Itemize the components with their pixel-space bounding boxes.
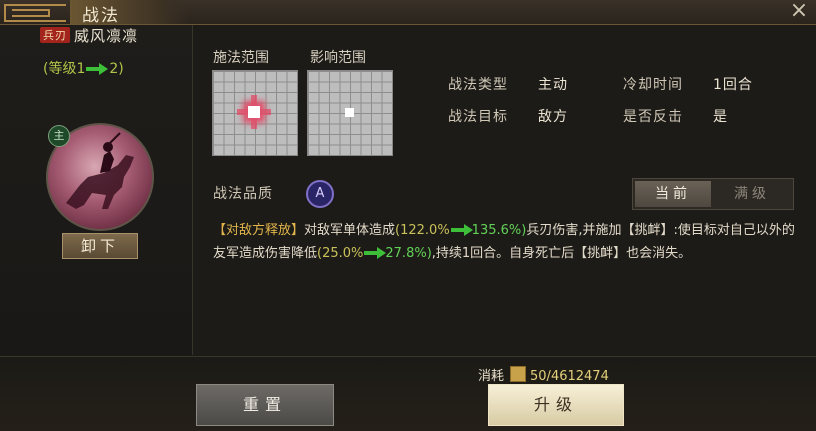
description-text: ,持续1回合。自身死亡后【挑衅】也会消失。: [431, 246, 692, 261]
cast-range-grid: [212, 70, 298, 156]
reduction-rate-current: (25.0%: [317, 246, 364, 261]
arrow-right-icon: [86, 63, 109, 75]
reduction-rate-next: 27.8%): [385, 246, 432, 261]
skill-type-badge: 兵刃: [40, 27, 70, 43]
master-badge: 主: [48, 125, 70, 147]
effect-center-cell: [345, 108, 354, 117]
upgrade-button[interactable]: 升级: [488, 384, 624, 426]
cooldown-value: 1回合: [713, 77, 753, 93]
arrow-right-icon: [364, 247, 387, 259]
skill-level-row: (等级1 2): [43, 58, 124, 78]
resource-icon: [510, 366, 527, 382]
reset-button[interactable]: 重置: [196, 384, 334, 426]
level-to: 2): [109, 61, 124, 77]
skill-type-value: 主动: [538, 77, 568, 93]
title-ornament-icon: [4, 4, 66, 22]
cost-label: 消耗: [478, 369, 505, 384]
cast-range-label: 施法范围: [213, 50, 269, 66]
description-tag: 【对敌方释放】: [213, 223, 305, 238]
effect-range-label: 影响范围: [310, 50, 366, 66]
description-text: 对敌军单体造成: [304, 223, 396, 238]
counterattack-value: 是: [713, 109, 728, 125]
damage-rate-next: 135.6%): [471, 223, 527, 238]
tab-current-level[interactable]: 当前: [635, 181, 711, 207]
quality-grade-badge: A: [306, 180, 334, 208]
effect-range-grid: [307, 70, 393, 156]
skill-quality-label: 战法品质: [213, 186, 273, 202]
cast-center-cell: [248, 106, 260, 118]
skill-type-label: 战法类型: [448, 77, 508, 93]
counterattack-label: 是否反击: [623, 109, 683, 125]
skill-name-row: 兵刃 威风凛凛: [40, 25, 138, 46]
skill-description: 【对敌方释放】对敌军单体造成(122.0% 135.6%)兵刃伤害,并施加【挑衅】…: [213, 219, 803, 265]
upgrade-cost: 消耗 50/4612474: [478, 365, 609, 384]
action-bar: [0, 356, 816, 431]
skill-target-label: 战法目标: [448, 109, 508, 125]
unequip-button[interactable]: 卸下: [62, 233, 138, 259]
arrow-right-icon: [450, 224, 473, 236]
cost-value: 50/4612474: [530, 369, 609, 384]
cooldown-label: 冷却时间: [623, 77, 683, 93]
skill-target-value: 敌方: [538, 109, 568, 125]
skill-name: 威风凛凛: [74, 27, 139, 45]
title-bar: 战法 ×: [0, 0, 816, 26]
damage-rate-current: (122.0%: [395, 223, 450, 238]
level-from: (等级1: [43, 61, 86, 77]
tab-max-level[interactable]: 满级: [713, 181, 791, 207]
window-title: 战法: [82, 6, 120, 26]
level-view-toggle: 当前 满级: [632, 178, 794, 210]
close-icon[interactable]: ×: [788, 0, 810, 22]
